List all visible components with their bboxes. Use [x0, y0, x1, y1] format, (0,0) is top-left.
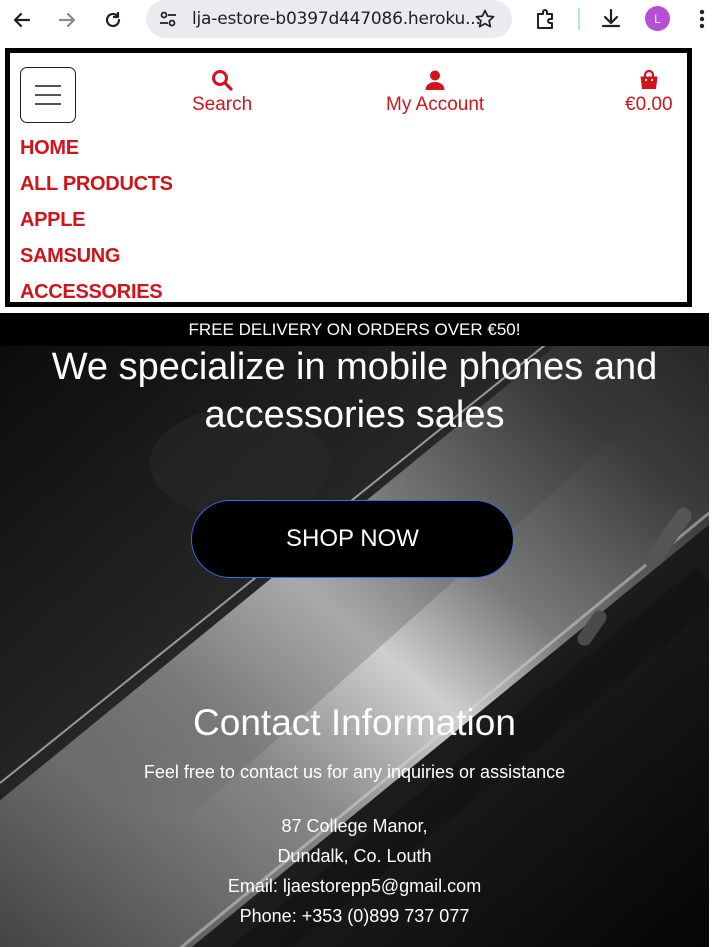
search-link[interactable]: Search — [192, 69, 252, 116]
search-icon — [212, 70, 233, 91]
nav-item-accessories[interactable]: ACCESSORIES — [20, 277, 173, 313]
hero-section: FREE DELIVERY ON ORDERS OVER €50! We spe… — [0, 313, 709, 947]
hero-headline-line-2: accessories sales — [204, 394, 505, 436]
more-options-icon[interactable] — [692, 6, 712, 32]
hero-headline-line-1: We specialize in mobile phones and — [51, 346, 658, 388]
reload-icon[interactable] — [99, 6, 127, 34]
forward-arrow-icon[interactable] — [53, 6, 81, 34]
my-account-label: My Account — [386, 94, 485, 115]
free-delivery-banner: FREE DELIVERY ON ORDERS OVER €50! — [0, 313, 709, 346]
contact-email[interactable]: Email: ljaestorepp5@gmail.com — [0, 871, 709, 901]
site-header: Search My Account €0.00 HOME ALL PRODUCT… — [5, 48, 692, 307]
extensions-icon[interactable] — [533, 6, 559, 32]
address-line-2: Dundalk, Co. Louth — [277, 846, 432, 866]
browser-toolbar: lja-estore-b0397d447086.heroku... L — [0, 0, 713, 42]
contact-phone[interactable]: Phone: +353 (0)899 737 077 — [0, 901, 709, 931]
shopping-bag-link[interactable]: €0.00 — [625, 69, 673, 116]
nav-item-apple[interactable]: APPLE — [20, 205, 173, 241]
user-icon — [425, 70, 445, 90]
menu-toggle-button[interactable] — [20, 67, 76, 123]
toolbar-divider — [578, 8, 580, 30]
hamburger-icon-bar — [35, 103, 61, 105]
back-arrow-icon[interactable] — [8, 6, 36, 34]
contact-details: 87 College Manor, Dundalk, Co. Louth Ema… — [0, 811, 709, 931]
profile-avatar[interactable]: L — [645, 6, 670, 31]
hero-headline: We specialize in mobile phones and acces… — [0, 343, 709, 439]
shopping-bag-icon — [640, 69, 658, 89]
url-text: lja-estore-b0397d447086.heroku... — [192, 9, 481, 29]
bag-total: €0.00 — [625, 94, 673, 115]
address-line-1: 87 College Manor, — [281, 816, 428, 836]
star-icon[interactable] — [474, 8, 496, 30]
contact-title: Contact Information — [193, 702, 516, 743]
address-bar[interactable]: lja-estore-b0397d447086.heroku... — [146, 0, 512, 38]
nav-item-home[interactable]: HOME — [20, 133, 173, 169]
contact-subtitle: Feel free to contact us for any inquirie… — [143, 762, 566, 782]
nav-item-samsung[interactable]: SAMSUNG — [20, 241, 173, 277]
search-label: Search — [192, 94, 253, 115]
hamburger-icon-bar — [35, 85, 61, 87]
my-account-link[interactable]: My Account — [386, 69, 484, 116]
site-settings-icon[interactable] — [158, 9, 178, 29]
nav-item-all-products[interactable]: ALL PRODUCTS — [20, 169, 173, 205]
download-icon[interactable] — [598, 6, 624, 32]
main-nav: HOME ALL PRODUCTS APPLE SAMSUNG ACCESSOR… — [20, 133, 173, 313]
shop-now-button[interactable]: SHOP NOW — [191, 500, 514, 578]
hamburger-icon-bar — [35, 94, 61, 96]
